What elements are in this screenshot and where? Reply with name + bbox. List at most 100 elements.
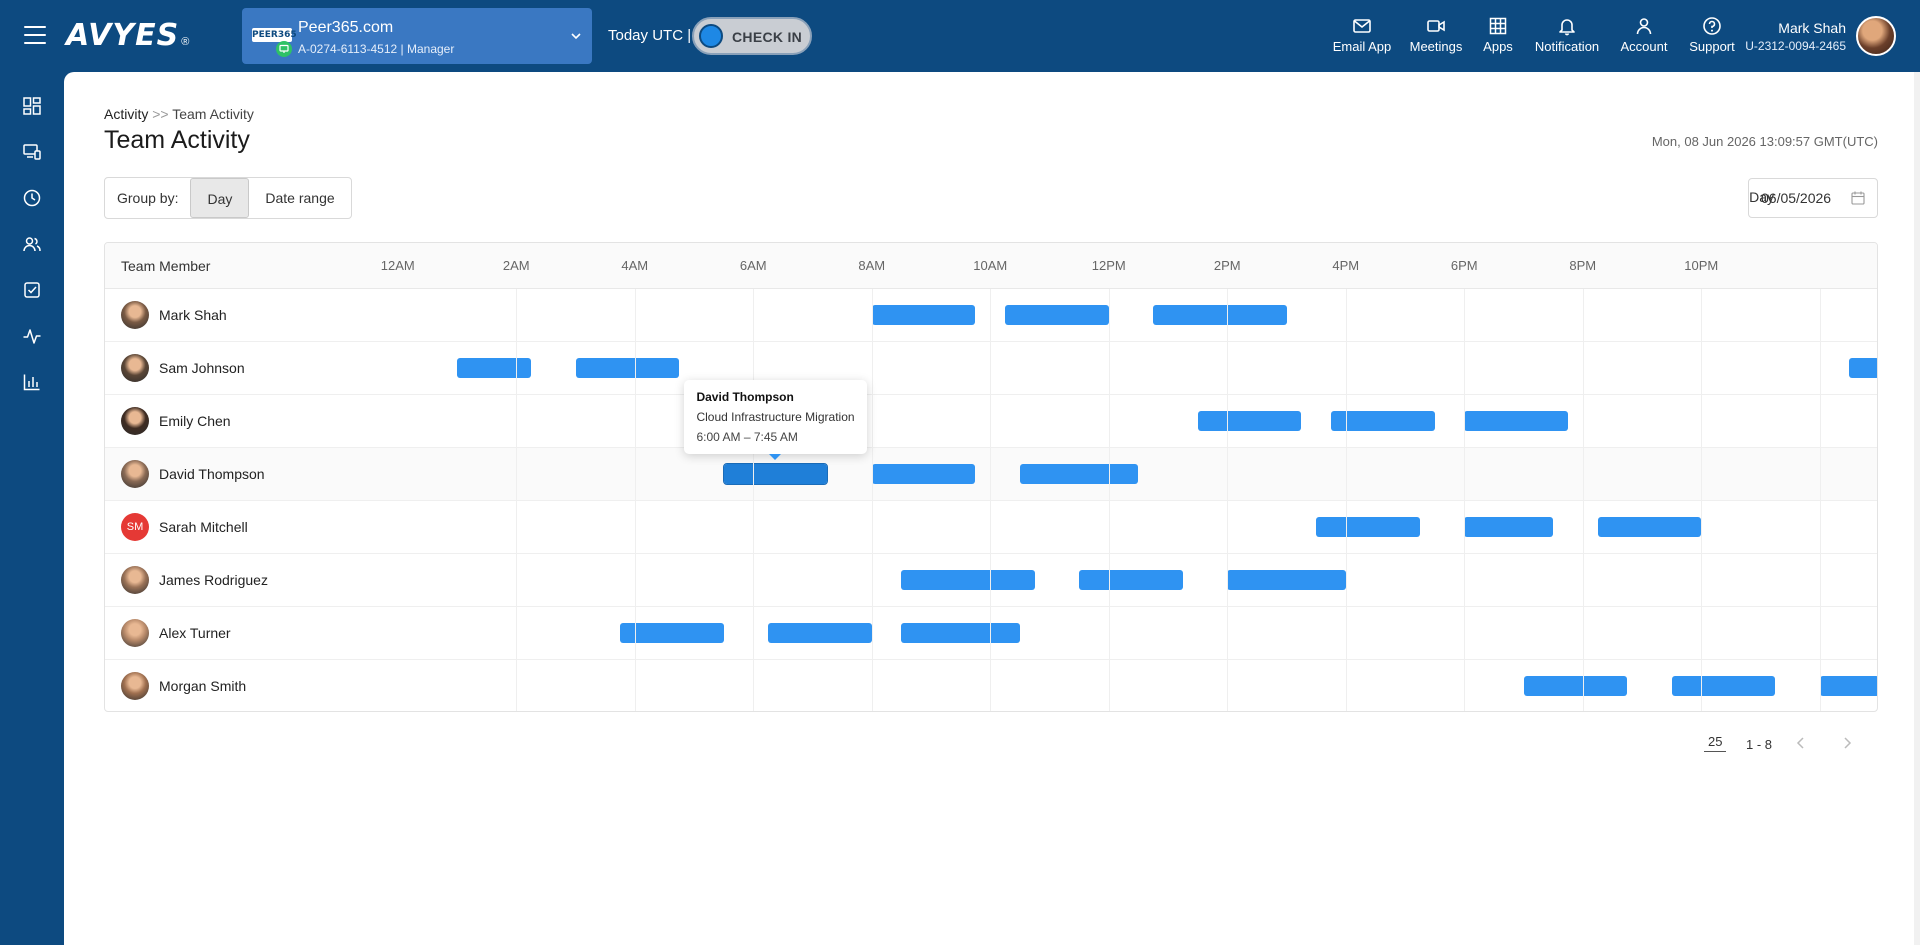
activity-block[interactable] [1819,676,1877,696]
registered-mark: ® [181,36,190,48]
member-avatar [121,407,149,435]
nav-label: Meetings [1409,39,1463,54]
activity-block[interactable] [457,358,532,378]
devices-icon[interactable] [22,142,42,162]
app-logo[interactable]: AVYES ® [66,18,190,53]
activity-block[interactable] [1597,517,1702,537]
user-icon [1636,18,1652,35]
tooltip-project: Cloud Infrastructure Migration [696,410,855,424]
check-in-toggle[interactable]: CHECK IN [692,17,812,55]
member-avatar [121,672,149,700]
hour-tick-label: 8PM [1569,258,1597,273]
group-by-day-option[interactable]: Day [190,178,250,218]
activity-block[interactable] [1523,676,1628,696]
member-name[interactable]: James Rodriguez [159,572,268,588]
activity-block[interactable] [1005,305,1109,325]
checkbox-icon[interactable] [22,280,42,300]
hour-tick-label: 10AM [973,258,1008,273]
day-date-value: 06/05/2026 [1761,190,1832,206]
member-name[interactable]: Sam Johnson [159,360,245,376]
page-size-value: 25 [1708,734,1723,749]
dashboard-icon[interactable] [22,96,42,116]
activity-block[interactable] [1849,358,1877,378]
activity-block[interactable] [1153,305,1287,325]
team-member-row: Morgan Smith [105,660,1877,711]
hour-tick-label: 10PM [1684,258,1719,273]
group-by-control: Group by: Day Date range [104,177,352,219]
activity-block[interactable] [575,358,680,378]
org-account-role: A-0274-6113-4512 | Manager [298,42,455,56]
user-name[interactable]: Mark Shah [1778,20,1846,36]
nav-meetings[interactable]: Meetings [1404,16,1468,56]
activity-block[interactable] [1019,464,1139,484]
nav-apps[interactable]: Apps [1476,16,1520,56]
users-icon[interactable] [22,234,42,254]
page-range: 1 - 8 [1746,737,1773,752]
breadcrumb-activity-link[interactable]: Activity [104,106,148,122]
breadcrumb-current: Team Activity [172,106,254,122]
day-date-input[interactable]: 06/05/2026 [1748,178,1878,218]
top-bar: AVYES ® PEER365 Peer365.com A-0274-6113-… [0,0,1920,72]
hour-gridline [1701,289,1703,711]
menu-icon[interactable] [24,26,46,44]
clock-icon[interactable] [22,188,42,208]
hour-tick-label: 4AM [621,258,649,273]
tooltip-member-name: David Thompson [696,390,794,404]
hour-tick-label: 8AM [858,258,886,273]
nav-email-app[interactable]: Email App [1330,16,1394,56]
activity-block[interactable] [1316,517,1420,537]
member-name[interactable]: Mark Shah [159,307,227,323]
hour-gridline [871,289,873,711]
chevron-down-icon [571,33,581,40]
activity-block[interactable] [1227,570,1346,590]
sidebar [0,72,64,945]
tooltip-arrow [769,454,782,460]
activity-block[interactable] [768,623,872,643]
nav-account[interactable]: Account [1616,16,1672,56]
timeline-header: Team Member 12AM 2AM 4AM 6AM 8AM 10AM 12PM 2PM 4… [105,243,1877,289]
member-name[interactable]: Emily Chen [159,413,231,429]
member-name[interactable]: Sarah Mitchell [159,519,248,535]
member-name[interactable]: Alex Turner [159,625,231,641]
organization-switcher[interactable]: PEER365 Peer365.com A-0274-6113-4512 | M… [242,8,592,64]
activity-block[interactable] [871,305,976,325]
team-member-row: James Rodriguez [105,554,1877,607]
activity-block[interactable] [1464,411,1568,431]
bell-icon [1559,19,1575,36]
org-logo: PEER365 [252,28,297,42]
activity-block[interactable] [722,463,829,485]
help-icon [1703,17,1721,35]
previous-page-icon[interactable] [1794,736,1808,750]
current-datetime: Mon, 08 Jun 2026 13:09:57 GMT(UTC) [1651,134,1878,149]
member-name[interactable]: David Thompson [159,466,265,482]
user-id: U-2312-0094-2465 [1745,39,1846,53]
member-name[interactable]: Morgan Smith [159,678,246,694]
activity-icon[interactable] [22,326,42,346]
team-member-row: David Thompson [105,448,1877,501]
member-avatar [121,460,149,488]
activity-block[interactable] [1671,676,1776,696]
page-title: Team Activity [104,126,250,154]
page-size-select[interactable]: 25 [1704,734,1727,752]
hour-gridline [1582,289,1584,711]
hour-tick-label: 12AM [380,258,415,273]
nav-support[interactable]: Support [1684,16,1740,56]
next-page-icon[interactable] [1840,736,1854,750]
member-avatar [121,301,149,329]
calendar-icon[interactable] [1851,191,1865,205]
hour-gridline [1345,289,1347,711]
vertical-scrollbar[interactable] [1914,72,1920,945]
user-avatar[interactable] [1856,16,1896,56]
group-by-date-range-option[interactable]: Date range [249,178,350,218]
activity-block[interactable] [1464,517,1554,537]
activity-block[interactable] [901,570,1035,590]
nav-notification[interactable]: Notification [1532,16,1602,56]
bar-chart-icon[interactable] [22,372,42,392]
activity-block[interactable] [1197,411,1302,431]
activity-block[interactable] [901,623,1020,643]
breadcrumb-separator: >> [152,106,169,122]
activity-block[interactable] [1079,570,1183,590]
hour-tick-label: 4PM [1332,258,1360,273]
hour-gridline [516,289,518,711]
activity-block[interactable] [871,464,976,484]
